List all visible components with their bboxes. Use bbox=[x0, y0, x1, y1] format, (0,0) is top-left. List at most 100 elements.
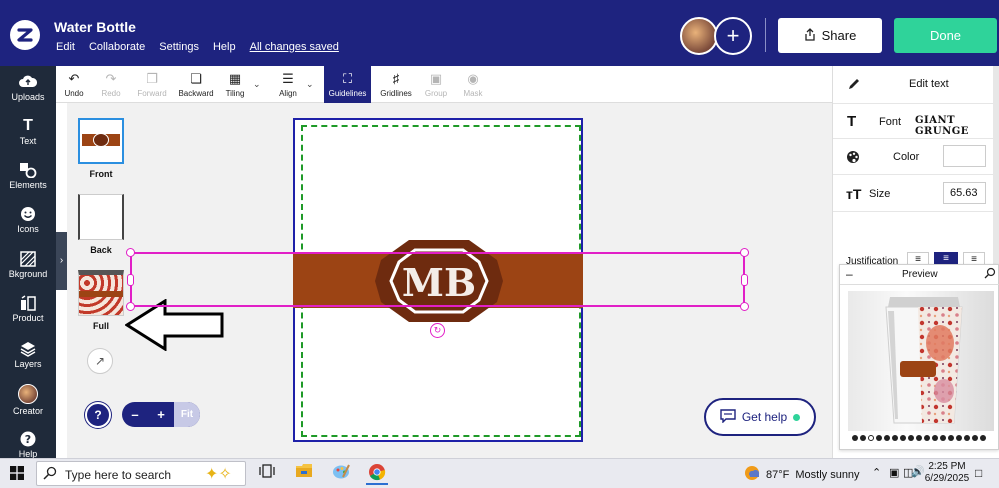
sidebar-item-bkground[interactable]: Bkground bbox=[0, 251, 56, 279]
add-collaborator-button[interactable]: + bbox=[714, 17, 752, 55]
group-button[interactable]: ▣ Group bbox=[422, 66, 450, 103]
taskbar-search-input[interactable]: Type here to search ✦✧ bbox=[36, 461, 246, 486]
menu-help[interactable]: Help bbox=[213, 41, 236, 53]
collapse-arrows-icon[interactable]: ↗ bbox=[87, 348, 113, 374]
mask-button[interactable]: ◉ Mask bbox=[459, 66, 487, 103]
resize-handle-top-left[interactable] bbox=[126, 248, 135, 257]
font-row[interactable]: T Font GIANT GRUNGE bbox=[833, 104, 999, 139]
volume-icon[interactable]: 🔊 bbox=[911, 465, 925, 478]
view-label-full[interactable]: Full bbox=[78, 321, 124, 331]
menu-settings[interactable]: Settings bbox=[159, 41, 199, 53]
view-thumb-full[interactable] bbox=[78, 270, 124, 316]
preview-dot[interactable] bbox=[924, 435, 930, 441]
preview-dot[interactable] bbox=[972, 435, 978, 441]
view-thumb-front[interactable] bbox=[78, 118, 124, 164]
redo-button[interactable]: ↷ Redo bbox=[96, 66, 126, 103]
size-input[interactable]: 65.63 bbox=[943, 182, 986, 204]
share-label: Share bbox=[821, 28, 857, 43]
preview-dot[interactable] bbox=[852, 435, 858, 441]
done-button[interactable]: Done bbox=[894, 18, 997, 53]
preview-dot[interactable] bbox=[932, 435, 938, 441]
color-row[interactable]: Color bbox=[833, 139, 999, 175]
zoom-in-button[interactable]: + bbox=[148, 402, 174, 427]
view-label-front[interactable]: Front bbox=[78, 169, 124, 179]
sidebar-item-product[interactable]: Product bbox=[0, 295, 56, 323]
undo-label: Undo bbox=[64, 89, 84, 98]
get-help-button[interactable]: Get help bbox=[704, 398, 816, 436]
save-status-link[interactable]: All changes saved bbox=[250, 41, 339, 53]
file-explorer-icon[interactable] bbox=[293, 463, 315, 485]
preview-dot[interactable] bbox=[916, 435, 922, 441]
menu-edit[interactable]: Edit bbox=[56, 41, 75, 53]
sidebar-item-icons[interactable]: Icons bbox=[0, 206, 56, 234]
sidebar-item-creator[interactable]: Creator bbox=[0, 384, 56, 416]
size-row[interactable]: тT Size 65.63 bbox=[833, 175, 999, 212]
guidelines-button[interactable]: ⛶ Guidelines bbox=[324, 66, 371, 103]
tiling-dropdown-chevron-icon[interactable]: ⌄ bbox=[253, 79, 261, 90]
tray-chevron-up-icon[interactable]: ⌃ bbox=[872, 466, 881, 479]
sidebar-item-help[interactable]: ? Help bbox=[0, 431, 56, 459]
view-thumb-back[interactable] bbox=[78, 194, 124, 240]
resize-handle-bottom-left[interactable] bbox=[126, 302, 135, 311]
forward-button[interactable]: ❐ Forward bbox=[134, 66, 170, 103]
sidebar-item-text[interactable]: T Text bbox=[0, 118, 56, 147]
display-icon[interactable]: ▣ bbox=[889, 466, 899, 479]
preview-dot[interactable] bbox=[948, 435, 954, 441]
cloud-upload-icon bbox=[19, 74, 38, 90]
font-value[interactable]: GIANT GRUNGE bbox=[915, 115, 999, 137]
document-title[interactable]: Water Bottle bbox=[54, 19, 136, 35]
preview-dot[interactable] bbox=[900, 435, 906, 441]
menu-collaborate[interactable]: Collaborate bbox=[89, 41, 145, 53]
color-swatch[interactable] bbox=[943, 145, 986, 167]
resize-handle-bottom-right[interactable] bbox=[740, 302, 749, 311]
preview-dot[interactable] bbox=[956, 435, 962, 441]
preview-dot[interactable] bbox=[868, 435, 874, 441]
zoom-fit-button[interactable]: Fit bbox=[174, 402, 200, 427]
notifications-icon[interactable]: □ bbox=[975, 466, 982, 480]
share-icon bbox=[804, 27, 816, 44]
preview-dot[interactable] bbox=[876, 435, 882, 441]
resize-handle-right[interactable] bbox=[741, 274, 748, 286]
sidebar-item-elements[interactable]: Elements bbox=[0, 162, 56, 190]
help-button[interactable]: ? bbox=[85, 402, 111, 428]
preview-dot[interactable] bbox=[892, 435, 898, 441]
resize-handle-left[interactable] bbox=[127, 274, 134, 286]
gridlines-button[interactable]: ♯ Gridlines bbox=[377, 66, 415, 103]
weather-widget[interactable]: 87°F Mostly sunny bbox=[744, 465, 860, 484]
preview-dot[interactable] bbox=[884, 435, 890, 441]
chrome-browser-icon[interactable] bbox=[366, 463, 388, 485]
view-label-back[interactable]: Back bbox=[78, 245, 124, 255]
zoom-out-button[interactable]: – bbox=[122, 402, 148, 427]
preview-dot[interactable] bbox=[964, 435, 970, 441]
zazzle-logo-icon[interactable] bbox=[10, 20, 40, 50]
sidebar-item-layers[interactable]: Layers bbox=[0, 341, 56, 369]
share-button[interactable]: Share bbox=[778, 18, 882, 53]
tiling-button[interactable]: ▦ Tiling bbox=[221, 66, 249, 103]
preview-dot[interactable] bbox=[940, 435, 946, 441]
sidebar-item-uploads[interactable]: Uploads bbox=[0, 74, 56, 102]
chevron-right-icon: › bbox=[59, 255, 64, 266]
selection-box[interactable] bbox=[126, 248, 749, 311]
preview-dot[interactable] bbox=[980, 435, 986, 441]
align-dropdown-chevron-icon[interactable]: ⌄ bbox=[306, 79, 314, 90]
sidebar-collapse-tab[interactable]: › bbox=[56, 232, 67, 290]
preview-minimize-button[interactable]: – bbox=[846, 267, 853, 281]
backward-button[interactable]: ❏ Backward bbox=[176, 66, 216, 103]
tumbler-preview-image[interactable] bbox=[848, 291, 994, 431]
align-button[interactable]: ☰ Align bbox=[274, 66, 302, 103]
paint-app-icon[interactable] bbox=[330, 463, 352, 485]
task-view-icon[interactable] bbox=[256, 463, 278, 485]
preview-panel: – Preview bbox=[839, 264, 999, 450]
user-avatar[interactable] bbox=[680, 17, 718, 55]
resize-handle-top-right[interactable] bbox=[740, 248, 749, 257]
rotate-handle-icon[interactable]: ↻ bbox=[430, 323, 445, 338]
taskbar-clock[interactable]: 2:25 PM 6/29/2025 bbox=[924, 461, 970, 485]
preview-dot[interactable] bbox=[908, 435, 914, 441]
preview-dot[interactable] bbox=[860, 435, 866, 441]
panel-scrollbar[interactable] bbox=[993, 66, 999, 266]
zoom-control: – + Fit bbox=[122, 402, 200, 427]
zoom-magnifier-icon[interactable] bbox=[984, 267, 996, 282]
undo-button[interactable]: ↶ Undo bbox=[59, 66, 89, 103]
windows-start-icon[interactable] bbox=[10, 466, 24, 480]
tiling-icon: ▦ bbox=[228, 71, 242, 86]
